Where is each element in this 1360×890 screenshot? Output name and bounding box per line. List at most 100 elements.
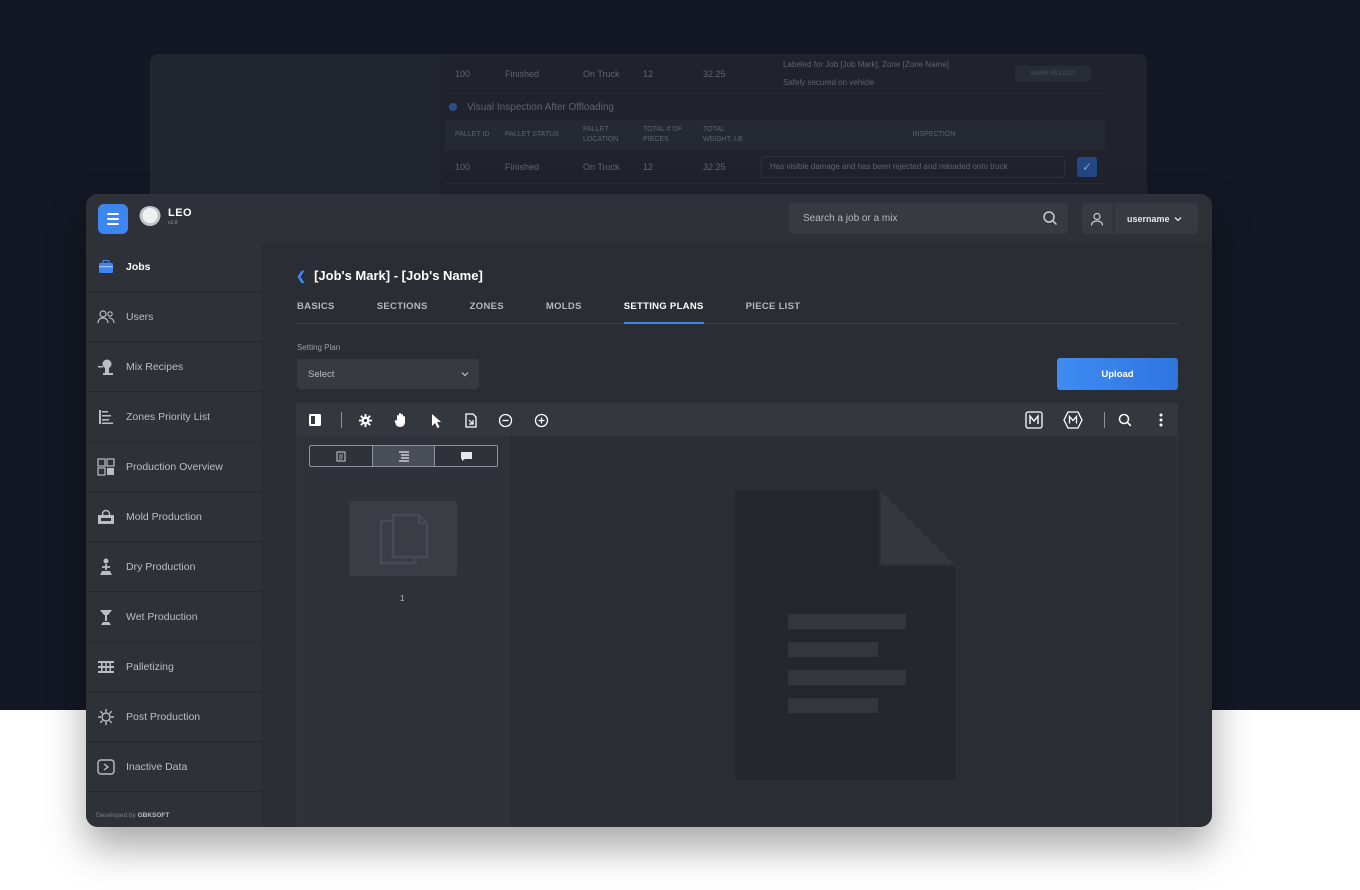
briefcase-icon [96, 257, 116, 277]
document-viewer: 1 [296, 403, 1178, 827]
sidebar-item-label: Jobs [126, 260, 151, 273]
sidebar-item-wet-production[interactable]: Wet Production [86, 592, 262, 642]
tab-basics[interactable]: BASICS [297, 292, 335, 323]
search-icon[interactable] [1117, 412, 1133, 428]
comments-mode-icon[interactable] [435, 446, 497, 466]
menu-toggle-button[interactable] [98, 204, 128, 234]
tab-zones[interactable]: ZONES [470, 292, 504, 323]
post-production-icon [96, 707, 116, 727]
page-title: [Job's Mark] - [Job's Name] [314, 268, 483, 283]
cell: 100 [455, 68, 471, 79]
upload-button[interactable]: Upload [1057, 358, 1178, 390]
breadcrumb: ❮ [Job's Mark] - [Job's Name] [296, 268, 483, 283]
column-header: INSPECTION [912, 131, 956, 138]
sidebar-item-zones-priority-list[interactable]: Zones Priority List [86, 392, 262, 442]
sidebar: Jobs Users Mix Recipes Zones Priority Li… [86, 242, 262, 827]
top-bar: LEO v1.0 Search a job or a mix username [86, 194, 1212, 242]
user-menu[interactable]: username [1082, 203, 1198, 234]
cell: 12 [643, 68, 654, 79]
column-header: PALLET LOCATION [583, 126, 619, 143]
thumbnails-panel: 1 [297, 436, 509, 827]
mold-icon [96, 507, 116, 527]
outline-mode-icon[interactable] [372, 446, 436, 466]
tab-sections[interactable]: SECTIONS [377, 292, 428, 323]
section-title: Visual Inspection After Offloading [445, 94, 1105, 120]
hand-pan-icon[interactable] [393, 412, 409, 428]
sidebar-item-jobs[interactable]: Jobs [86, 242, 262, 292]
markup-m-icon[interactable] [1025, 411, 1043, 429]
sidebar-item-palletizing[interactable]: Palletizing [86, 642, 262, 692]
dry-icon [96, 557, 116, 577]
section-dot-icon [449, 103, 457, 111]
app-window: LEO v1.0 Search a job or a mix username … [86, 194, 1212, 827]
cell: On Truck [583, 68, 620, 79]
sidebar-item-inactive-data[interactable]: Inactive Data [86, 742, 262, 792]
search-input[interactable]: Search a job or a mix [789, 203, 1068, 234]
search-icon[interactable] [1042, 210, 1058, 226]
username-label: username [1127, 213, 1170, 224]
cell: 32.25 [703, 161, 726, 172]
cell: Finished [505, 68, 540, 79]
label-text: Safely secured on vehicle [783, 77, 875, 87]
page-thumbnail[interactable] [349, 501, 457, 576]
cell: 12 [643, 161, 654, 172]
sidebar-item-mix-recipes[interactable]: Mix Recipes [86, 342, 262, 392]
select-value: Select [308, 368, 335, 380]
thumbnails-mode-icon[interactable] [310, 446, 373, 466]
setting-plan-select[interactable]: Select [297, 359, 479, 389]
cell: Finished [505, 161, 540, 172]
sidebar-item-label: Zones Priority List [126, 410, 211, 423]
sidebar-item-users[interactable]: Users [86, 292, 262, 342]
document-canvas[interactable] [509, 436, 1179, 827]
document-placeholder-icon [735, 490, 955, 780]
sidebar-item-label: Dry Production [126, 560, 196, 573]
pallet-icon [96, 657, 116, 677]
developed-prefix: Developed by [96, 812, 136, 819]
sidebar-item-mold-production[interactable]: Mold Production [86, 492, 262, 542]
tab-molds[interactable]: MOLDS [546, 292, 582, 323]
labels-cell: Labeled for Job [Job Mark], Zone [Zone N… [773, 56, 1003, 92]
cell: On Truck [583, 161, 620, 172]
user-icon [1090, 212, 1104, 226]
divider [1113, 203, 1114, 234]
table-row: 100 Finished On Truck 12 32.25 Has visib… [445, 150, 1105, 184]
inspection-dropdown[interactable]: Has visible damage and has been rejected… [761, 155, 1065, 178]
chevron-down-icon [461, 372, 469, 377]
table-header: PALLET ID PALLET STATUS PALLET LOCATION … [445, 120, 1105, 150]
inspection-value: Has visible damage and has been rejected… [770, 162, 1008, 171]
column-header: PALLET ID [455, 131, 490, 138]
gear-icon[interactable] [357, 412, 373, 428]
column-header: PALLET STATUS [505, 131, 559, 138]
markup-hex-icon[interactable] [1063, 411, 1083, 429]
viewer-toolbar [297, 404, 1177, 436]
setting-plan-label: Setting Plan [297, 343, 341, 352]
sidebar-item-post-production[interactable]: Post Production [86, 692, 262, 742]
sidebar-item-label: Inactive Data [126, 760, 188, 773]
inspection-checkbox[interactable]: ✓ [1077, 156, 1097, 177]
label-text: Labeled for Job [Job Mark], Zone [Zone N… [783, 59, 949, 69]
cursor-select-icon[interactable] [429, 412, 445, 428]
search-placeholder: Search a job or a mix [803, 213, 898, 224]
sidebar-item-dry-production[interactable]: Dry Production [86, 542, 262, 592]
document-copies-icon [379, 513, 429, 564]
cell: 32.25 [703, 68, 726, 79]
toolbar-divider [1104, 412, 1105, 428]
tab-setting-plans[interactable]: SETTING PLANS [623, 292, 704, 324]
fit-page-icon[interactable] [463, 412, 479, 428]
tab-piece-list[interactable]: PIECE LIST [746, 292, 801, 323]
users-icon [96, 307, 116, 327]
logo-text: LEO v1.0 [168, 208, 192, 228]
back-chevron-icon[interactable]: ❮ [296, 269, 306, 283]
inactive-icon [96, 757, 116, 777]
sidebar-item-label: Palletizing [126, 660, 174, 673]
zoom-in-icon[interactable] [533, 412, 549, 428]
app-logo: LEO v1.0 [138, 206, 192, 230]
sidebar-toggle-icon[interactable] [307, 412, 323, 428]
section-title-text: Visual Inspection After Offloading [467, 101, 614, 113]
mark-as-lost-button[interactable]: MARK AS LOST [1015, 65, 1091, 82]
more-options-icon[interactable] [1153, 412, 1169, 428]
zoom-out-icon[interactable] [497, 412, 513, 428]
column-header: TOTAL WEIGHT, LB [703, 126, 743, 143]
sidebar-item-production-overview[interactable]: Production Overview [86, 442, 262, 492]
sidebar-item-label: Mold Production [126, 510, 202, 523]
